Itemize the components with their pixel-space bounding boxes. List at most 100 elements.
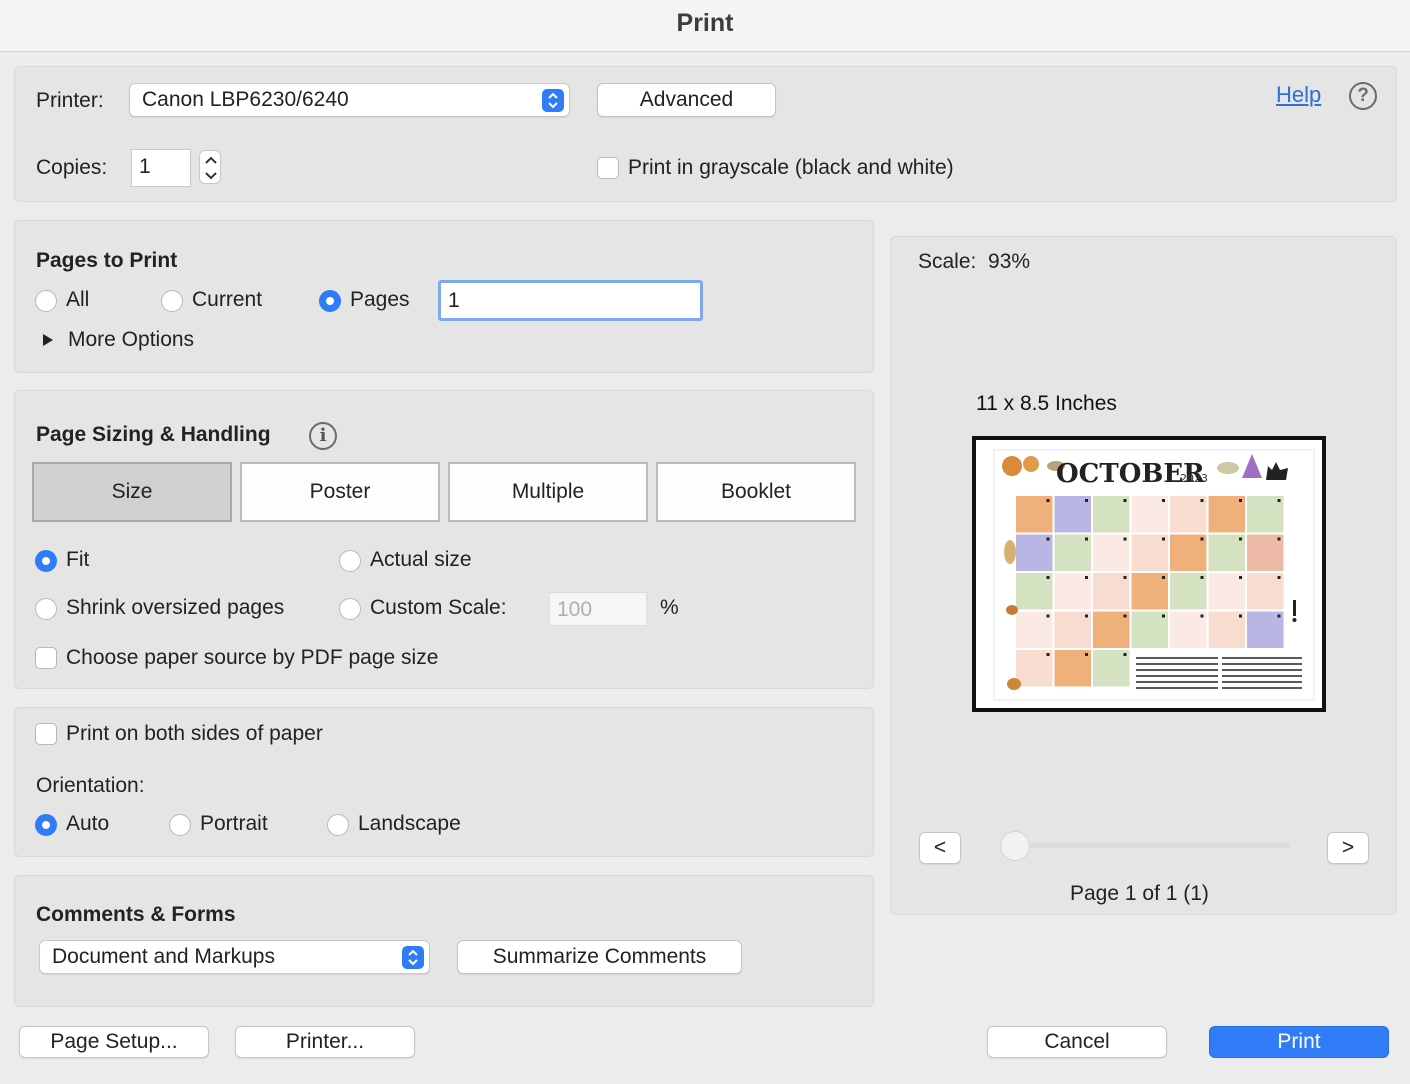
page-slider-track[interactable] [1000, 831, 1290, 861]
advanced-button[interactable]: Advanced [597, 83, 776, 117]
paper-size-label: 11 x 8.5 Inches [976, 392, 1117, 415]
printer-select-value: Canon LBP6230/6240 [142, 88, 349, 111]
calendar-cell-marker [1239, 499, 1242, 502]
pages-range-input[interactable]: 1 [438, 280, 703, 321]
calendar-cell-marker [1085, 576, 1088, 579]
prev-page-button[interactable]: < [919, 832, 961, 864]
grayscale-label[interactable]: Print in grayscale (black and white) [628, 156, 954, 180]
summarize-comments-button[interactable]: Summarize Comments [457, 940, 742, 974]
calendar-cell-marker [1123, 499, 1127, 502]
radio-all[interactable] [35, 290, 57, 312]
pages-to-print-title: Pages to Print [36, 249, 178, 272]
calendar-cell-marker [1277, 499, 1281, 502]
both-sides-checkbox[interactable] [35, 723, 57, 745]
radio-pages[interactable] [319, 290, 341, 312]
page-preview: OCTOBER 2023 [972, 436, 1326, 712]
radio-shrink[interactable] [35, 598, 57, 620]
window-title: Print [0, 0, 1410, 52]
calendar-cell-marker [1200, 499, 1204, 502]
radio-portrait[interactable] [169, 814, 191, 836]
radio-shrink-label[interactable]: Shrink oversized pages [66, 596, 284, 620]
radio-portrait-label[interactable]: Portrait [200, 812, 268, 836]
copies-label: Copies: [36, 156, 108, 179]
calendar-cell-marker [1277, 614, 1281, 618]
calendar-cell-marker [1239, 614, 1242, 618]
exclamation-icon [1293, 600, 1296, 616]
copies-field[interactable]: 1 [131, 149, 191, 187]
acorn-icon [1006, 605, 1018, 615]
scale-label-text: Scale: [918, 250, 977, 273]
printer-label: Printer: [36, 89, 104, 112]
comments-forms-select[interactable]: Document and Markups [39, 940, 430, 974]
printer-select[interactable]: Canon LBP6230/6240 [129, 83, 570, 117]
grayscale-checkbox[interactable] [597, 157, 619, 179]
calendar-cell-marker [1162, 537, 1165, 541]
calendar-cell-marker [1085, 653, 1088, 656]
radio-current[interactable] [161, 290, 183, 312]
calendar-cell-marker [1085, 614, 1088, 618]
calendar-cell-marker [1200, 614, 1204, 618]
calendar-cell-marker [1200, 537, 1204, 541]
radio-custom-scale[interactable] [339, 598, 361, 620]
calendar-cell-marker [1046, 576, 1050, 579]
calendar-cell-marker [1123, 614, 1127, 618]
more-options-label[interactable]: More Options [68, 328, 194, 352]
calendar-cell-marker [1239, 537, 1242, 541]
orientation-label: Orientation: [36, 774, 145, 797]
both-sides-label[interactable]: Print on both sides of paper [66, 722, 323, 746]
radio-landscape[interactable] [327, 814, 349, 836]
calendar-cell-marker [1200, 576, 1204, 579]
cancel-button[interactable]: Cancel [987, 1026, 1167, 1058]
calendar-cell-marker [1277, 537, 1281, 541]
paper-source-checkbox[interactable] [35, 647, 57, 669]
acorn-icon [1007, 678, 1021, 690]
calendar-cell-marker [1046, 499, 1050, 502]
acorn-icon [1004, 540, 1016, 564]
info-icon[interactable]: i [309, 422, 337, 450]
radio-fit[interactable] [35, 550, 57, 572]
updown-arrows-icon [542, 89, 564, 112]
page-indicator: Page 1 of 1 (1) [1070, 882, 1209, 905]
tab-multiple[interactable]: Multiple [448, 462, 648, 522]
disclosure-triangle-icon[interactable] [42, 333, 54, 352]
tab-poster[interactable]: Poster [240, 462, 440, 522]
printer-button[interactable]: Printer... [235, 1026, 415, 1058]
calendar-cell-marker [1046, 653, 1050, 656]
calendar-cell-marker [1085, 537, 1088, 541]
print-button[interactable]: Print [1209, 1026, 1389, 1058]
next-page-button[interactable]: > [1327, 832, 1369, 864]
page-slider-knob[interactable] [1000, 831, 1030, 861]
radio-auto[interactable] [35, 814, 57, 836]
pumpkin-icon [1002, 456, 1022, 476]
radio-landscape-label[interactable]: Landscape [358, 812, 461, 836]
calendar-cell-marker [1162, 576, 1165, 579]
calendar-cell-marker [1085, 499, 1088, 502]
page-sizing-title: Page Sizing & Handling [36, 423, 271, 446]
stepper-arrows-icon [205, 156, 217, 180]
calendar-thumbnail: OCTOBER 2023 [993, 449, 1315, 701]
radio-current-label[interactable]: Current [192, 288, 262, 312]
radio-all-label[interactable]: All [66, 288, 89, 312]
scale-label: Scale: 93% [918, 250, 1030, 274]
scale-value: 93% [988, 250, 1031, 273]
help-question-icon[interactable]: ? [1349, 82, 1377, 110]
radio-auto-label[interactable]: Auto [66, 812, 109, 836]
radio-fit-label[interactable]: Fit [66, 548, 89, 572]
radio-actual-size[interactable] [339, 550, 361, 572]
paper-source-label[interactable]: Choose paper source by PDF page size [66, 646, 438, 670]
calendar-year: 2023 [1180, 472, 1208, 485]
calendar-cell-marker [1046, 537, 1050, 541]
comments-forms-select-value: Document and Markups [52, 945, 275, 968]
calendar-cell-marker [1123, 537, 1127, 541]
radio-custom-scale-label[interactable]: Custom Scale: [370, 596, 507, 620]
help-link[interactable]: Help [1276, 82, 1321, 108]
tab-booklet[interactable]: Booklet [656, 462, 856, 522]
custom-scale-input[interactable]: 100 [549, 592, 647, 626]
percent-label: % [660, 596, 679, 619]
tab-size[interactable]: Size [32, 462, 232, 522]
page-setup-button[interactable]: Page Setup... [19, 1026, 209, 1058]
radio-actual-size-label[interactable]: Actual size [370, 548, 472, 572]
calendar-cell-marker [1123, 576, 1127, 579]
radio-pages-label[interactable]: Pages [350, 288, 410, 312]
copies-stepper[interactable] [199, 150, 221, 184]
